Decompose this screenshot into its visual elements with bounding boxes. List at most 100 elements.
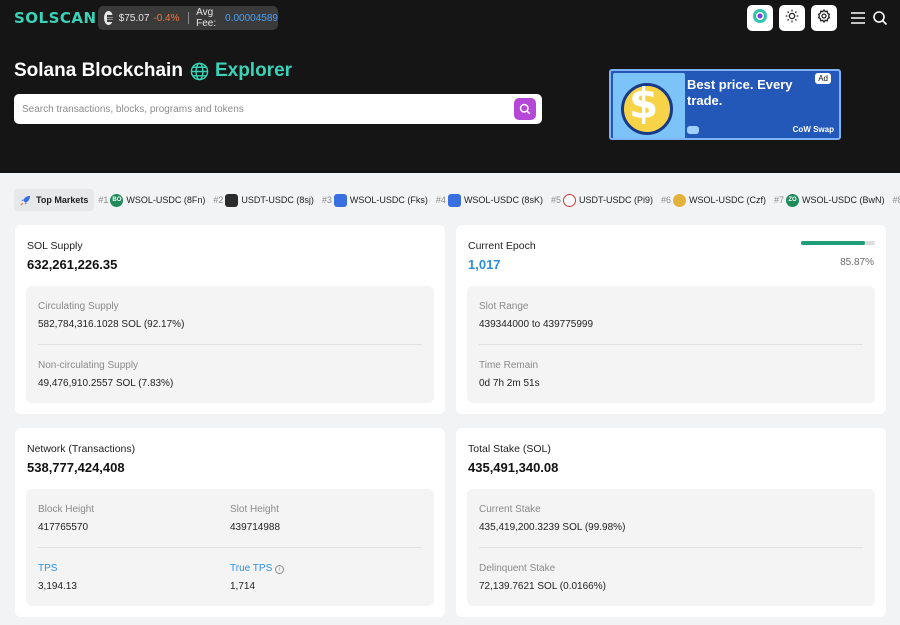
market-pair: WSOL-USDC (BwN)	[802, 195, 885, 205]
total-stake-label: Total Stake (SOL)	[468, 443, 551, 455]
settings-button[interactable]	[811, 5, 837, 31]
true-tps-label[interactable]: True TPS i	[230, 563, 285, 574]
market-pair: WSOL-USDC (Czf)	[689, 195, 766, 205]
time-remain-value: 0d 7h 2m 51s	[479, 378, 540, 389]
non-circulating-supply-label: Non-circulating Supply	[38, 360, 139, 371]
block-height-value[interactable]: 417765570	[38, 522, 88, 533]
sol-price: $75.07	[118, 12, 150, 24]
divider	[479, 344, 863, 345]
market-rank: #8	[892, 195, 900, 205]
market-pair: USDT-USDC (8sj)	[241, 195, 314, 205]
wallet-button[interactable]	[747, 5, 773, 31]
network-details: Block Height 417765570 Slot Height 43971…	[26, 489, 434, 606]
total-stake-card: Total Stake (SOL) 435,491,340.08 Current…	[456, 428, 886, 617]
epoch-progress-bar	[801, 241, 875, 245]
solscan-logo[interactable]: SOLSCAN	[14, 9, 97, 27]
true-tps-label-text: True TPS	[230, 563, 273, 574]
gear-icon	[817, 8, 831, 28]
sol-supply-value: 632,261,226.35	[27, 257, 118, 272]
market-item[interactable]: #7 ZO WSOL-USDC (BwN)	[774, 193, 885, 207]
divider	[38, 547, 422, 548]
sol-price-change: -0.4%	[153, 12, 180, 24]
ad-coin-illustration: $	[613, 73, 685, 138]
delinquent-stake-label: Delinquent Stake	[479, 563, 556, 574]
token-icon: BO	[110, 193, 124, 207]
network-label: Network (Transactions)	[27, 443, 136, 455]
slot-range-value: 439344000 to 439775999	[479, 319, 594, 330]
token-icon	[673, 193, 686, 207]
globe-icon	[190, 62, 209, 81]
search-submit-icon	[519, 103, 531, 115]
stake-details: Current Stake 435,419,200.3239 SOL (99.9…	[467, 489, 875, 606]
slot-height-label: Slot Height	[230, 504, 279, 515]
current-epoch-card: Current Epoch 1,017 85.87% Slot Range 43…	[456, 225, 886, 414]
avg-fee-label: Avg Fee:	[196, 7, 217, 29]
non-circulating-supply-value: 49,476,910.2557 SOL (7.83%)	[38, 378, 174, 389]
network-card: Network (Transactions) 538,777,424,408 B…	[15, 428, 445, 617]
price-pill[interactable]: $75.07 -0.4% Avg Fee: 0.00004589	[98, 6, 278, 30]
circulating-supply-value: 582,784,316.1028 SOL (92.17%)	[38, 319, 185, 330]
slot-height-value[interactable]: 439714988	[230, 522, 280, 533]
cow-icon	[687, 126, 699, 134]
market-item[interactable]: #5 USDT-USDC (Pi9)	[551, 193, 653, 207]
market-rank: #3	[321, 195, 332, 205]
token-icon	[225, 193, 239, 207]
market-rank: #1	[98, 195, 109, 205]
top-markets-strip: Top Markets #1 BO WSOL-USDC (8Fn) #2 USD…	[14, 188, 900, 212]
epoch-progress-percent: 85.87%	[840, 257, 874, 268]
sun-icon	[785, 9, 799, 28]
sol-supply-details: Circulating Supply 582,784,316.1028 SOL …	[26, 286, 434, 403]
token-icon	[333, 193, 347, 207]
tps-label[interactable]: TPS	[38, 563, 57, 574]
divider	[479, 547, 863, 548]
ad-headline: Best price. Every trade.	[687, 77, 793, 108]
ad-brand: CoW Swap	[792, 125, 834, 134]
market-rank: #7	[774, 195, 785, 205]
epoch-progress-fill	[801, 241, 865, 245]
market-pair: WSOL-USDC (8sK)	[463, 195, 543, 205]
market-pair: WSOL-USDC (8Fn)	[126, 195, 206, 205]
market-item[interactable]: #4 WSOL-USDC (8sK)	[435, 193, 543, 207]
rocket-icon	[20, 195, 31, 206]
circulating-supply-label: Circulating Supply	[38, 301, 119, 312]
current-epoch-value[interactable]: 1,017	[468, 257, 501, 272]
page-title-main: Solana Blockchain	[14, 60, 183, 81]
sol-supply-label: SOL Supply	[27, 240, 83, 252]
pill-divider	[187, 12, 189, 24]
market-rank: #2	[213, 195, 224, 205]
search-input[interactable]	[22, 94, 502, 124]
market-item[interactable]: #1 BO WSOL-USDC (8Fn)	[98, 193, 206, 207]
market-rank: #6	[660, 195, 671, 205]
page-title: Solana Blockchain Explorer	[14, 60, 292, 82]
delinquent-stake-value: 72,139.7621 SOL (0.0166%)	[479, 581, 606, 592]
search-icon[interactable]	[871, 9, 889, 27]
current-stake-label: Current Stake	[479, 504, 541, 515]
current-epoch-label: Current Epoch	[468, 240, 536, 252]
market-item[interactable]: #3 WSOL-USDC (Fks)	[321, 193, 428, 207]
theme-toggle-button[interactable]	[779, 5, 805, 31]
slot-range-label: Slot Range	[479, 301, 529, 312]
avg-fee-value: 0.00004589	[225, 12, 278, 24]
market-pair: WSOL-USDC (Fks)	[349, 195, 428, 205]
divider	[38, 344, 422, 345]
search-bar	[14, 94, 542, 124]
token-icon	[562, 193, 576, 207]
cow-swap-ad[interactable]: $ Best price. Every trade. CoW Swap Ad	[609, 69, 841, 140]
page-title-accent: Explorer	[214, 60, 293, 81]
market-item[interactable]: #2 USDT-USDC (8sj)	[213, 193, 314, 207]
market-item[interactable]: #6 WSOL-USDC (Czf)	[660, 193, 766, 207]
network-value: 538,777,424,408	[27, 460, 125, 475]
search-submit-button[interactable]	[514, 98, 536, 120]
block-height-label: Block Height	[38, 504, 95, 515]
menu-icon[interactable]	[849, 9, 867, 27]
time-remain-label: Time Remain	[479, 360, 539, 371]
sol-supply-card: SOL Supply 632,261,226.35 Circulating Su…	[15, 225, 445, 414]
info-icon[interactable]: i	[275, 565, 285, 574]
market-rank: #4	[435, 195, 446, 205]
hero-banner: SOLSCAN $75.07 -0.4% Avg Fee: 0.00004589…	[0, 0, 900, 173]
token-icon	[447, 193, 461, 207]
top-markets-label: Top Markets	[14, 189, 95, 211]
top-markets-text: Top Markets	[36, 195, 89, 205]
current-stake-value: 435,419,200.3239 SOL (99.98%)	[479, 522, 626, 533]
market-item[interactable]: #8	[893, 194, 900, 207]
